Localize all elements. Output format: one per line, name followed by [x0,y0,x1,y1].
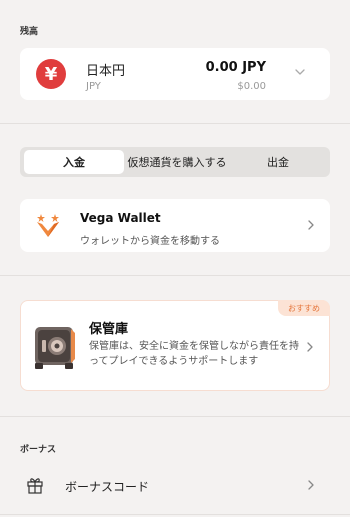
vega-wallet-item[interactable]: Vega Wallet ウォレットから資金を移動する [20,199,330,252]
transaction-tabs: 入金 仮想通貨を購入する 出金 [20,147,330,177]
divider [0,275,350,276]
divider [0,416,350,417]
vault-title: 保管庫 [89,322,129,337]
yen-icon: ¥ [36,59,66,89]
chevron-right-icon[interactable] [306,479,316,491]
tab-deposit[interactable]: 入金 [24,150,124,174]
divider [0,514,350,515]
chevron-down-icon[interactable] [294,66,306,78]
balance-section-label: 残高 [20,27,39,37]
chevron-right-icon[interactable] [305,341,315,353]
chevron-right-icon[interactable] [306,219,316,231]
bonus-section-label: ボーナス [20,445,57,455]
gift-icon [27,478,43,494]
vega-wallet-title: Vega Wallet [80,211,161,225]
bonus-code-item[interactable]: ボーナスコード [20,466,330,504]
vega-wallet-subtitle: ウォレットから資金を移動する [80,236,220,247]
recommended-badge: おすすめ [278,300,330,316]
vega-logo-icon [37,214,59,237]
tab-buy-crypto[interactable]: 仮想通貨を購入する [124,150,230,174]
currency-selector[interactable]: ¥ 日本円 JPY 0.00 JPY $0.00 [20,48,330,100]
vault-item[interactable]: おすすめ 保管庫 保管庫は、安全に資金を保管しながら責任を持ってプレイできるよう… [20,300,330,391]
balance-fiat-value: $0.00 [237,81,266,92]
tab-withdraw[interactable]: 出金 [230,150,326,174]
balance-amount: 0.00 JPY [205,60,266,75]
vault-description: 保管庫は、安全に資金を保管しながら責任を持ってプレイできるようサポートします [89,341,299,367]
currency-code: JPY [86,81,101,92]
vault-icon [35,327,75,369]
currency-name: 日本円 [86,64,126,79]
bonus-code-label: ボーナスコード [65,480,150,494]
divider [0,123,350,124]
